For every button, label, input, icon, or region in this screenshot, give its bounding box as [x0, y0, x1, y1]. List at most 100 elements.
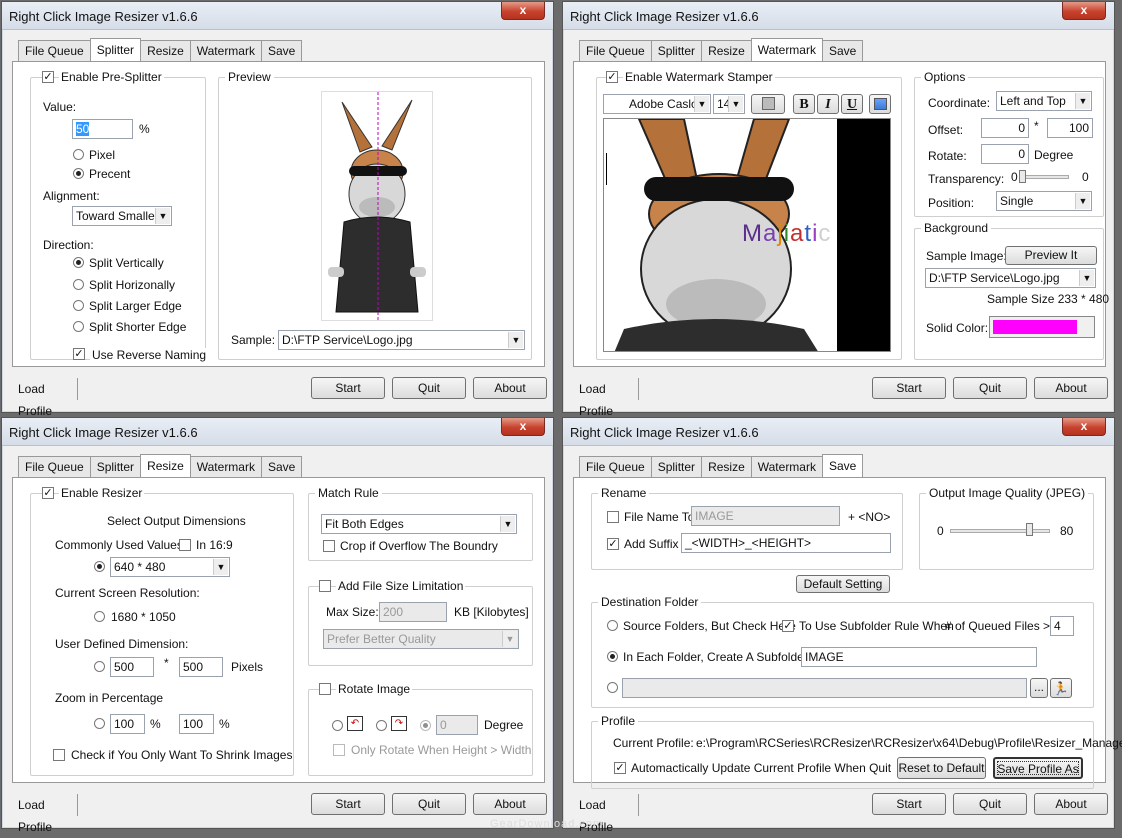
- browse-button[interactable]: ...: [1030, 678, 1048, 698]
- load-profile-button[interactable]: Load Profile: [575, 794, 639, 834]
- load-profile-button[interactable]: Load Profile: [14, 794, 78, 834]
- sample-path-select[interactable]: D:\FTP Service\Logo.jpg ▼: [925, 268, 1096, 288]
- font-select[interactable]: Adobe Caslon ▼: [603, 94, 711, 114]
- tab-file-queue[interactable]: File Queue: [579, 456, 652, 477]
- tab-save[interactable]: Save: [821, 454, 864, 478]
- quality-slider[interactable]: [950, 529, 1050, 533]
- title-bar[interactable]: Right Click Image Resizer v1.6.6 x: [2, 2, 553, 30]
- rotate-value-input[interactable]: 0: [436, 715, 478, 735]
- quality-thumb[interactable]: [1026, 523, 1033, 536]
- zoom-height-input[interactable]: 100: [179, 714, 214, 734]
- tab-file-queue[interactable]: File Queue: [18, 456, 91, 477]
- only-rotate-checkbox[interactable]: [333, 744, 345, 756]
- underline-button[interactable]: U: [841, 94, 863, 114]
- percent-radio[interactable]: [73, 168, 84, 179]
- enable-splitter-checkbox[interactable]: ✓: [42, 71, 54, 83]
- coordinate-select[interactable]: Left and Top ▼: [996, 91, 1092, 111]
- user-width-input[interactable]: 500: [110, 657, 154, 677]
- font-size-select[interactable]: 14 ▼: [713, 94, 745, 114]
- split-vertically-radio[interactable]: [73, 257, 84, 268]
- max-size-input[interactable]: 200: [379, 602, 447, 622]
- split-shorter-radio[interactable]: [73, 321, 84, 332]
- file-size-checkbox[interactable]: [319, 580, 331, 592]
- close-button[interactable]: x: [1062, 418, 1106, 436]
- bold-button[interactable]: B: [793, 94, 815, 114]
- tab-watermark[interactable]: Watermark: [750, 38, 823, 62]
- tab-save[interactable]: Save: [260, 456, 303, 477]
- custom-path-input[interactable]: [622, 678, 1027, 698]
- common-values-radio[interactable]: [94, 561, 105, 572]
- about-button[interactable]: About: [1034, 377, 1108, 399]
- alignment-select[interactable]: Toward Smaller \ ▼: [72, 206, 172, 226]
- tab-watermark[interactable]: Watermark: [189, 40, 262, 61]
- use-subfolder-checkbox[interactable]: ✓: [782, 620, 794, 632]
- tab-file-queue[interactable]: File Queue: [18, 40, 91, 61]
- about-button[interactable]: About: [473, 793, 547, 815]
- start-button[interactable]: Start: [872, 793, 946, 815]
- subfolder-input[interactable]: IMAGE: [801, 647, 1037, 667]
- close-button[interactable]: x: [1062, 2, 1106, 20]
- rotate-image-checkbox[interactable]: [319, 683, 331, 695]
- each-folder-radio[interactable]: [607, 651, 618, 662]
- save-profile-as-button[interactable]: Save Profile As: [993, 757, 1083, 779]
- start-button[interactable]: Start: [311, 793, 385, 815]
- tab-file-queue[interactable]: File Queue: [579, 40, 652, 61]
- about-button[interactable]: About: [1034, 793, 1108, 815]
- split-larger-radio[interactable]: [73, 300, 84, 311]
- quit-button[interactable]: Quit: [953, 377, 1027, 399]
- close-button[interactable]: x: [501, 2, 545, 20]
- preview-it-button[interactable]: Preview It: [1005, 246, 1097, 265]
- tab-splitter[interactable]: Splitter: [650, 40, 703, 61]
- screen-res-radio[interactable]: [94, 611, 105, 622]
- enable-resizer-checkbox[interactable]: ✓: [42, 487, 54, 499]
- quit-button[interactable]: Quit: [392, 377, 466, 399]
- crop-overflow-checkbox[interactable]: [323, 540, 335, 552]
- title-bar[interactable]: Right Click Image Resizer v1.6.6 x: [563, 2, 1114, 30]
- tab-resize[interactable]: Resize: [140, 454, 191, 478]
- tab-resize[interactable]: Resize: [701, 456, 752, 477]
- close-button[interactable]: x: [501, 418, 545, 436]
- title-bar[interactable]: Right Click Image Resizer v1.6.6 x: [2, 418, 553, 446]
- add-suffix-checkbox[interactable]: ✓: [607, 538, 619, 550]
- tab-watermark[interactable]: Watermark: [750, 456, 823, 477]
- title-bar[interactable]: Right Click Image Resizer v1.6.6 x: [563, 418, 1114, 446]
- quit-button[interactable]: Quit: [953, 793, 1027, 815]
- quit-button[interactable]: Quit: [392, 793, 466, 815]
- italic-button[interactable]: I: [817, 94, 839, 114]
- load-profile-button[interactable]: Load Profile: [575, 378, 639, 418]
- transparency-slider[interactable]: [1019, 175, 1069, 179]
- reset-default-button[interactable]: Reset to Default: [897, 757, 986, 779]
- rotate-left-radio[interactable]: [332, 720, 343, 731]
- split-horizontally-radio[interactable]: [73, 279, 84, 290]
- position-select[interactable]: Single ▼: [996, 191, 1092, 211]
- tab-watermark[interactable]: Watermark: [189, 456, 262, 477]
- about-button[interactable]: About: [473, 377, 547, 399]
- load-profile-button[interactable]: Load Profile: [14, 378, 78, 418]
- rotate-custom-radio[interactable]: [420, 720, 431, 731]
- tab-resize[interactable]: Resize: [701, 40, 752, 61]
- solid-color-swatch[interactable]: [989, 316, 1095, 338]
- user-defined-radio[interactable]: [94, 661, 105, 672]
- rotate-right-radio[interactable]: [376, 720, 387, 731]
- zoom-radio[interactable]: [94, 718, 105, 729]
- file-name-input[interactable]: IMAGE: [691, 506, 840, 526]
- start-button[interactable]: Start: [311, 377, 385, 399]
- suffix-input[interactable]: _<WIDTH>_<HEIGHT>: [681, 533, 891, 553]
- open-folder-button[interactable]: 🏃: [1050, 678, 1072, 698]
- source-folders-radio[interactable]: [607, 620, 618, 631]
- tab-splitter[interactable]: Splitter: [650, 456, 703, 477]
- tab-splitter[interactable]: Splitter: [89, 38, 142, 62]
- color-button[interactable]: [751, 94, 785, 114]
- queued-files-input[interactable]: 4: [1050, 616, 1074, 636]
- tab-save[interactable]: Save: [260, 40, 303, 61]
- match-rule-select[interactable]: Fit Both Edges ▼: [321, 514, 517, 534]
- reverse-naming-checkbox[interactable]: ✓: [73, 348, 85, 360]
- transparency-thumb[interactable]: [1019, 170, 1026, 183]
- tab-splitter[interactable]: Splitter: [89, 456, 142, 477]
- quality-pref-select[interactable]: Prefer Better Quality ▼: [323, 629, 519, 649]
- image-button[interactable]: [869, 94, 891, 114]
- file-name-checkbox[interactable]: [607, 511, 619, 523]
- offset-y-input[interactable]: 100: [1047, 118, 1093, 138]
- user-height-input[interactable]: 500: [179, 657, 223, 677]
- start-button[interactable]: Start: [872, 377, 946, 399]
